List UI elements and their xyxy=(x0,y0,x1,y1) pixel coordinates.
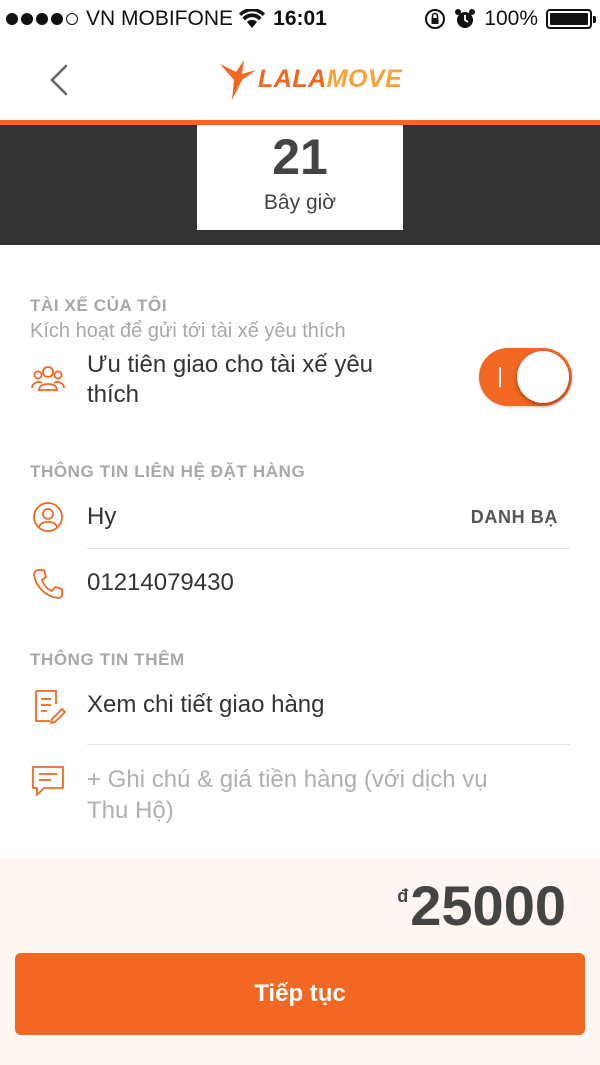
note-input[interactable]: + Ghi chú & giá tiền hàng (với dịch vụ T… xyxy=(87,764,488,826)
favorite-driver-option: Ưu tiên giao cho tài xế yêu thích xyxy=(87,350,373,410)
divider xyxy=(87,548,570,549)
contact-name-field[interactable]: Hy xyxy=(87,503,116,531)
toggle-knob xyxy=(517,351,569,403)
lalamove-logo: LALAMOVE xyxy=(218,56,402,102)
user-icon xyxy=(33,502,63,532)
extra-section-title: THÔNG TIN THÊM xyxy=(30,650,185,669)
nav-bar: LALAMOVE xyxy=(0,40,600,120)
alarm-icon xyxy=(455,9,476,28)
schedule-band: 21 Bây giờ xyxy=(0,125,600,245)
favorite-driver-option-line1: Ưu tiên giao cho tài xế yêu xyxy=(87,351,374,378)
document-edit-icon xyxy=(35,690,66,724)
price-display: đ 25000 xyxy=(397,878,566,934)
toggle-on-mark xyxy=(499,367,501,387)
battery-icon xyxy=(546,9,596,29)
note-placeholder-line1: + Ghi chú & giá tiền hàng (với dịch vụ xyxy=(87,766,488,793)
schedule-label: Bây giờ xyxy=(263,191,337,214)
logo-text: LALAMOVE xyxy=(258,64,403,93)
rotation-lock-icon xyxy=(425,9,446,29)
back-arrow-icon[interactable] xyxy=(40,60,80,100)
bird-logo-icon xyxy=(220,60,256,100)
favorite-driver-subtitle: Kích hoạt để gửi tới tài xế yêu thích xyxy=(30,320,346,342)
note-placeholder-line2: Thu Hộ) xyxy=(87,797,174,824)
schedule-number: 21 xyxy=(272,129,328,185)
note-comment-icon xyxy=(32,766,64,796)
phone-icon xyxy=(33,569,63,599)
divider xyxy=(87,744,570,745)
currency-symbol: đ xyxy=(397,886,409,906)
contact-section-title: THÔNG TIN LIÊN HỆ ĐẶT HÀNG xyxy=(30,462,306,481)
favorite-driver-option-line2: thích xyxy=(87,381,140,408)
battery-percent: 100% xyxy=(484,7,538,30)
continue-button[interactable]: Tiếp tục xyxy=(15,953,585,1035)
price-amount: 25000 xyxy=(410,874,566,937)
contacts-link[interactable]: DANH BẠ xyxy=(471,507,558,528)
contact-phone-field[interactable]: 01214079430 xyxy=(87,569,234,597)
delivery-details-link[interactable]: Xem chi tiết giao hàng xyxy=(87,691,324,719)
status-right: 100% xyxy=(424,7,596,31)
favorite-driver-toggle[interactable] xyxy=(479,348,572,406)
status-bar: VN MOBIFONE 16:01 100% xyxy=(0,0,600,40)
drivers-group-icon xyxy=(31,366,65,391)
favorite-driver-section-title: TÀI XẾ CỦA TÔI xyxy=(30,296,168,315)
schedule-card[interactable]: 21 Bây giờ xyxy=(197,125,403,230)
